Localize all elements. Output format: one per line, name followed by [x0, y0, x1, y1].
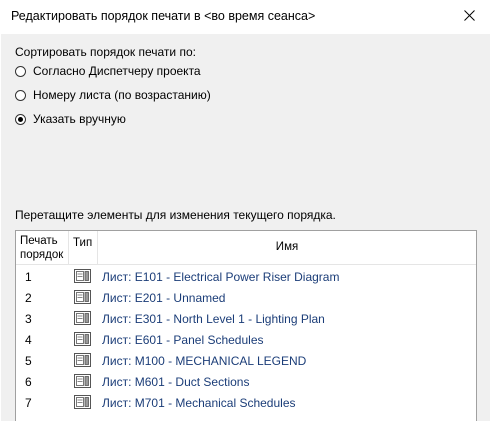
sheet-icon — [74, 374, 91, 388]
column-header-name[interactable]: Имя — [98, 231, 476, 264]
radio-label[interactable]: Указать вручную — [33, 112, 126, 126]
list-item[interactable]: 2 Лист: E201 - Unnamed — [16, 287, 476, 308]
list-header: Печать порядок Тип Имя — [16, 231, 476, 265]
radio-button-icon[interactable] — [15, 89, 26, 101]
list-item[interactable]: 4 Лист: E601 - Panel Schedules — [16, 329, 476, 350]
close-button[interactable] — [447, 0, 490, 32]
header-name-label: Имя — [275, 241, 299, 253]
print-order-number: 3 — [25, 312, 32, 326]
sheet-icon — [74, 290, 91, 304]
sheet-icon — [74, 332, 91, 346]
dialog-title: Редактировать порядок печати в <во время… — [11, 9, 316, 23]
drag-instruction: Перетащите элементы для изменения текуще… — [15, 208, 336, 222]
edit-print-order-dialog: Редактировать порядок печати в <во время… — [0, 0, 490, 421]
radio-manual[interactable]: Указать вручную — [15, 111, 126, 127]
print-order-number: 7 — [25, 396, 32, 410]
sheet-icon — [74, 353, 91, 367]
list-item[interactable]: 1 Лист: E101 - Electrical Power Riser Dia… — [16, 266, 476, 287]
sheet-name: Лист: E301 - North Level 1 - Lighting Pl… — [102, 312, 325, 326]
sheet-icon — [74, 311, 91, 325]
title-bar: Редактировать порядок печати в <во время… — [1, 0, 490, 34]
header-order-line1: Печать — [20, 235, 58, 247]
close-icon — [464, 10, 475, 21]
print-order-number: 6 — [25, 375, 32, 389]
list-item[interactable]: 6 Лист: M601 - Duct Sections — [16, 371, 476, 392]
list-item[interactable]: 7 Лист: M701 - Mechanical Schedules — [16, 392, 476, 413]
radio-button-checked-icon[interactable] — [15, 113, 26, 125]
sheet-name: Лист: E201 - Unnamed — [102, 291, 226, 305]
sheet-name: Лист: E601 - Panel Schedules — [102, 333, 264, 347]
print-order-number: 2 — [25, 291, 32, 305]
print-order-number: 1 — [25, 270, 32, 284]
sheet-icon — [74, 269, 91, 283]
column-header-type[interactable]: Тип — [69, 231, 98, 264]
column-header-print-order[interactable]: Печать порядок — [16, 231, 69, 264]
radio-by-sheet-number[interactable]: Номеру листа (по возрастанию) — [15, 87, 211, 103]
sheet-icon — [74, 395, 91, 409]
list-item[interactable]: 5 Лист: M100 - MECHANICAL LEGEND — [16, 350, 476, 371]
header-type-label: Тип — [73, 237, 93, 249]
sheet-order-list[interactable]: Печать порядок Тип Имя 1 Лист: E101 - Ele… — [15, 230, 477, 421]
header-order-line2: порядок — [20, 249, 64, 261]
sort-order-label: Сортировать порядок печати по: — [15, 45, 196, 59]
radio-button-icon[interactable] — [15, 65, 26, 77]
radio-label[interactable]: Согласно Диспетчеру проекта — [33, 64, 201, 78]
sheet-name: Лист: M100 - MECHANICAL LEGEND — [102, 354, 307, 368]
radio-label[interactable]: Номеру листа (по возрастанию) — [33, 88, 211, 102]
sheet-name: Лист: E101 - Electrical Power Riser Diag… — [102, 270, 340, 284]
radio-by-project-browser[interactable]: Согласно Диспетчеру проекта — [15, 63, 201, 79]
sheet-name: Лист: M601 - Duct Sections — [102, 375, 250, 389]
print-order-number: 5 — [25, 354, 32, 368]
print-order-number: 4 — [25, 333, 32, 347]
list-item[interactable]: 3 Лист: E301 - North Level 1 - Lighting P… — [16, 308, 476, 329]
sheet-name: Лист: M701 - Mechanical Schedules — [102, 396, 296, 410]
